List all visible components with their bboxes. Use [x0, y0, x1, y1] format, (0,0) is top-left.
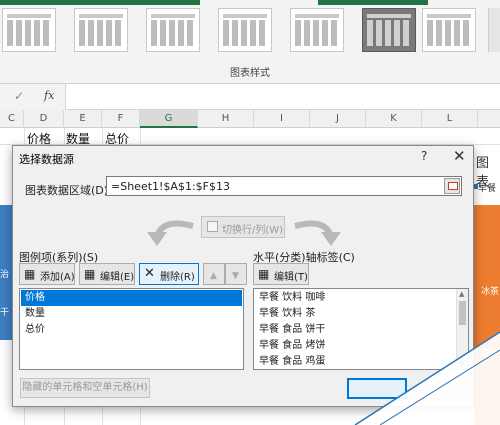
ribbon-accent: [0, 0, 200, 5]
list-item[interactable]: 早餐 饮料 茶: [255, 306, 467, 322]
delete-icon: ✕: [144, 266, 155, 281]
chart-style-thumb[interactable]: [146, 8, 200, 52]
column-header[interactable]: G: [140, 110, 198, 128]
chart-style-thumb[interactable]: [362, 8, 416, 52]
list-item[interactable]: 早餐 食品 烤饼: [255, 338, 467, 354]
list-item[interactable]: 数量: [21, 306, 242, 322]
move-up-icon: ▲: [210, 271, 217, 281]
chart-data-range-input[interactable]: =Sheet1!$A$1:$F$13: [106, 176, 462, 196]
move-up-button[interactable]: ▲: [203, 263, 225, 285]
axis-labels-list[interactable]: 早餐 饮料 咖啡 早餐 饮料 茶 早餐 食品 饼干 早餐 食品 烤饼 早餐 食品…: [253, 288, 469, 370]
switch-label: 切换行/列(W): [222, 225, 284, 236]
add-icon: ▦: [24, 267, 36, 281]
bar-data-label: 咖啡: [481, 349, 500, 359]
edit-label: 编辑(T): [274, 272, 308, 283]
scroll-up-icon[interactable]: ▲: [459, 290, 464, 298]
chart-style-gallery[interactable]: [0, 8, 500, 58]
close-icon[interactable]: ✕: [453, 147, 466, 165]
chart-style-thumb[interactable]: [218, 8, 272, 52]
ribbon-group-label: 图表样式: [230, 68, 270, 79]
gallery-scroll[interactable]: [488, 8, 500, 52]
formula-input[interactable]: [66, 84, 500, 110]
chart-style-thumb[interactable]: [290, 8, 344, 52]
hidden-empty-cells-button[interactable]: 隐藏的单元格和空单元格(H): [20, 378, 150, 398]
chart-bar[interactable]: [474, 205, 500, 425]
formula-controls: ✓ fx: [0, 84, 66, 110]
column-header[interactable]: C: [0, 110, 24, 128]
chart-style-thumb[interactable]: [422, 8, 476, 52]
move-down-icon: ▼: [232, 271, 239, 281]
switch-row-column-button[interactable]: 切换行/列(W): [201, 216, 285, 238]
edit-icon: ▦: [258, 267, 270, 281]
edit-axis-labels-button[interactable]: ▦ 编辑(T): [253, 263, 309, 285]
chart-legend-item[interactable]: 早餐: [478, 181, 496, 194]
edit-series-button[interactable]: ▦ 编辑(E): [79, 263, 135, 285]
dialog-title: 选择数据源: [19, 153, 74, 166]
list-item[interactable]: 总价: [21, 322, 242, 338]
switch-icon: [207, 221, 218, 232]
ribbon: 图表样式: [0, 0, 500, 84]
column-header[interactable]: L: [422, 110, 478, 128]
ribbon-accent: [318, 0, 428, 5]
column-header[interactable]: D: [24, 110, 64, 128]
collapse-dialog-icon[interactable]: [444, 178, 460, 194]
delete-series-button[interactable]: ✕ 删除(R): [139, 263, 199, 285]
edit-icon: ▦: [84, 267, 96, 281]
list-item[interactable]: 早餐 食品 鸡蛋: [255, 354, 467, 369]
bar-data-label: 冰茶: [481, 287, 500, 297]
edit-label: 编辑(E): [100, 272, 135, 283]
list-item[interactable]: 早餐 饮料 咖啡: [255, 290, 467, 306]
list-item[interactable]: 早餐 食品 饼干: [255, 322, 467, 338]
move-down-button[interactable]: ▼: [225, 263, 247, 285]
delete-label: 删除(R): [160, 272, 195, 283]
add-series-button[interactable]: ▦ 添加(A): [19, 263, 75, 285]
curved-arrow-right-icon: [294, 220, 341, 246]
vertical-scrollbar[interactable]: ▲ ▼: [456, 289, 468, 369]
column-header[interactable]: H: [198, 110, 254, 128]
column-header[interactable]: E: [64, 110, 102, 128]
scroll-down-icon[interactable]: ▼: [459, 360, 464, 368]
bar-data-label: 干: [0, 308, 10, 318]
help-icon[interactable]: ?: [421, 149, 427, 163]
add-label: 添加(A): [40, 272, 75, 283]
formula-bar: ✓ fx: [0, 84, 500, 110]
ok-button[interactable]: [347, 378, 407, 399]
curved-arrow-left-icon: [147, 220, 194, 246]
column-header[interactable]: J: [310, 110, 366, 128]
list-item[interactable]: 价格: [21, 290, 242, 306]
chart-style-thumb[interactable]: [2, 8, 56, 52]
select-data-source-dialog: 选择数据源 ? ✕ 图表数据区域(D): =Sheet1!$A$1:$F$13 …: [12, 145, 474, 407]
column-header[interactable]: I: [254, 110, 310, 128]
column-headers: C D E F G H I J K L: [0, 110, 500, 128]
insert-function-icon[interactable]: fx: [44, 89, 54, 102]
column-header[interactable]: K: [366, 110, 422, 128]
column-header[interactable]: F: [102, 110, 140, 128]
range-label: 图表数据区域(D):: [25, 184, 112, 197]
enter-icon[interactable]: ✓: [14, 89, 24, 103]
scroll-thumb[interactable]: [459, 301, 466, 325]
series-list[interactable]: 价格 数量 总价: [19, 288, 244, 370]
range-value: =Sheet1!$A$1:$F$13: [111, 180, 230, 193]
chart-style-thumb[interactable]: [74, 8, 128, 52]
bar-data-label: 治: [0, 270, 10, 280]
